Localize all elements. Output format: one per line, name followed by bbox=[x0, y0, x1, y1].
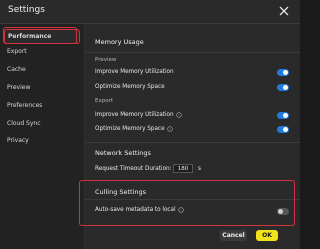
info-icon: i bbox=[175, 112, 182, 118]
ok-button[interactable]: OK bbox=[256, 230, 278, 241]
sidebar-item-export[interactable]: Export bbox=[4, 44, 80, 59]
divider bbox=[85, 142, 300, 143]
preview-optimize-memory-label: Optimize Memory Space bbox=[95, 84, 165, 90]
network-settings-title: Network Settings bbox=[95, 149, 151, 157]
svg-text:i: i bbox=[169, 128, 170, 132]
sidebar-item-privacy[interactable]: Privacy bbox=[4, 133, 80, 148]
timeout-unit: s bbox=[198, 166, 201, 172]
sidebar-item-preferences[interactable]: Preferences bbox=[4, 98, 80, 113]
cancel-button[interactable]: Cancel bbox=[220, 230, 247, 241]
preview-optimize-memory-toggle[interactable] bbox=[277, 84, 289, 91]
preview-subhead: Preview bbox=[95, 57, 117, 63]
settings-header: Settings bbox=[0, 0, 300, 24]
export-improve-memory-label: Improve Memory Utilization i bbox=[95, 112, 182, 118]
preview-improve-memory-label: Improve Memory Utilization bbox=[95, 69, 174, 75]
memory-usage-title: Memory Usage bbox=[95, 38, 144, 46]
toggle-knob bbox=[283, 127, 288, 132]
toggle-knob bbox=[283, 85, 288, 90]
window-title: Settings bbox=[8, 5, 45, 15]
sidebar-item-preview[interactable]: Preview bbox=[4, 80, 80, 95]
preview-improve-memory-toggle[interactable] bbox=[277, 69, 289, 76]
request-timeout-label: Request Timeout Duration: bbox=[95, 166, 172, 172]
svg-text:i: i bbox=[178, 114, 179, 118]
sidebar-item-performance[interactable]: Performance bbox=[4, 29, 80, 44]
info-icon: i bbox=[166, 126, 173, 132]
divider bbox=[85, 52, 300, 53]
export-improve-memory-toggle[interactable] bbox=[277, 112, 289, 119]
timeout-input[interactable]: 180 bbox=[173, 164, 193, 173]
close-icon[interactable] bbox=[277, 4, 291, 18]
export-subhead: Export bbox=[95, 98, 114, 104]
toggle-knob bbox=[283, 70, 288, 75]
toggle-knob bbox=[283, 113, 288, 118]
sidebar-item-cache[interactable]: Cache bbox=[4, 62, 80, 77]
settings-sidebar: Performance Export Cache Preview Prefere… bbox=[0, 24, 85, 249]
export-optimize-memory-label: Optimize Memory Space i bbox=[95, 126, 173, 132]
export-optimize-memory-toggle[interactable] bbox=[277, 126, 289, 133]
culling-highlight-box bbox=[79, 180, 295, 226]
sidebar-item-cloud-sync[interactable]: Cloud Sync bbox=[4, 116, 80, 131]
